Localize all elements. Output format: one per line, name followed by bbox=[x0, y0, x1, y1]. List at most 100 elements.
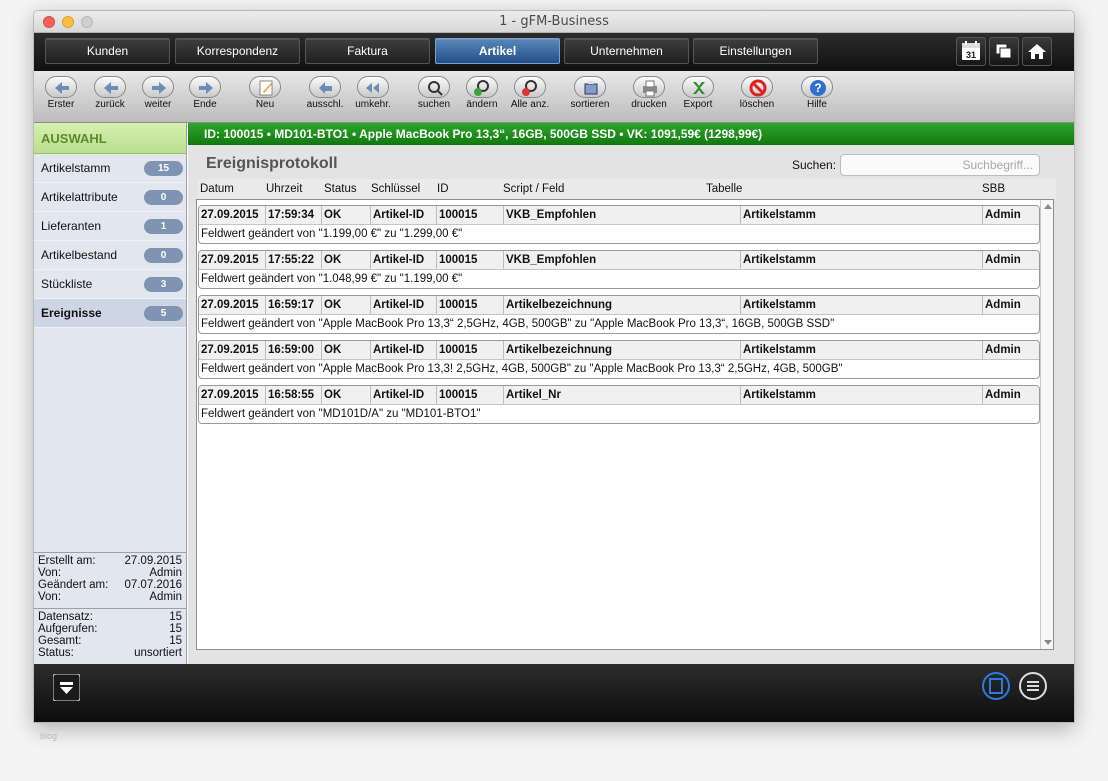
event-user: Admin bbox=[982, 341, 1039, 359]
col-uhrzeit[interactable]: Uhrzeit bbox=[266, 179, 302, 199]
event-list[interactable]: 27.09.2015 17:59:34 OK Artikel-ID 100015… bbox=[196, 199, 1054, 650]
event-date: 27.09.2015 bbox=[201, 344, 259, 356]
event-message: Feldwert geändert von "1.048,99 €" zu "1… bbox=[201, 273, 463, 285]
help-button[interactable]: ? Hilfe bbox=[787, 74, 847, 110]
sidebar-item-label: Artikelstamm bbox=[41, 161, 111, 175]
main-nav: Kunden Korrespondenz Faktura Artikel Unt… bbox=[34, 33, 1074, 71]
event-key: Artikel-ID bbox=[370, 341, 436, 359]
scroll-up-arrow[interactable] bbox=[1044, 204, 1052, 209]
tab-einstellungen[interactable]: Einstellungen bbox=[693, 38, 818, 64]
col-script-feld[interactable]: Script / Feld bbox=[503, 179, 564, 199]
search-label: Suchen: bbox=[792, 158, 837, 172]
list-view-button[interactable] bbox=[1018, 671, 1048, 701]
count-badge: 5 bbox=[144, 306, 183, 321]
scroll-down-arrow[interactable] bbox=[1044, 640, 1052, 645]
tab-faktura[interactable]: Faktura bbox=[305, 38, 430, 64]
sidebar-item-stueckliste[interactable]: Stückliste 3 bbox=[34, 270, 186, 299]
event-field: VKB_Empfohlen bbox=[503, 206, 740, 224]
export-button[interactable]: Export bbox=[668, 74, 728, 110]
print-icon bbox=[643, 80, 657, 97]
export-icon bbox=[693, 82, 705, 94]
event-table: Artikelstamm bbox=[740, 206, 982, 224]
event-id: 100015 bbox=[436, 386, 503, 404]
count-badge: 0 bbox=[144, 190, 183, 205]
tab-korrespondenz[interactable]: Korrespondenz bbox=[175, 38, 300, 64]
event-message: Feldwert geändert von "Apple MacBook Pro… bbox=[201, 363, 843, 375]
sidebar-item-artikelattribute[interactable]: Artikelattribute 0 bbox=[34, 183, 186, 212]
toolbar: Erster zurück weiter Ende Neu ausschl. u… bbox=[34, 71, 1074, 123]
found-set-info: Datensatz: 15 Aufgerufen: 15 Gesamt: 15 Sta… bbox=[34, 608, 186, 661]
col-datum[interactable]: Datum bbox=[200, 179, 234, 199]
count-badge: 1 bbox=[144, 219, 183, 234]
sidebar-item-artikelstamm[interactable]: Artikelstamm 15 bbox=[34, 154, 186, 183]
tab-kunden[interactable]: Kunden bbox=[45, 38, 170, 64]
sidebar-item-lieferanten[interactable]: Lieferanten 1 bbox=[34, 212, 186, 241]
calendar-button[interactable]: 31 bbox=[956, 37, 986, 66]
col-status[interactable]: Status bbox=[324, 179, 357, 199]
count-badge: 15 bbox=[144, 161, 183, 176]
created-value: 27.09.2015 bbox=[124, 555, 182, 567]
home-button[interactable] bbox=[1022, 37, 1052, 66]
col-sbb[interactable]: SBB bbox=[982, 179, 1005, 199]
sidebar-header: AUSWAHL bbox=[34, 123, 186, 154]
tab-unternehmen[interactable]: Unternehmen bbox=[564, 38, 689, 64]
delete-button[interactable]: löschen bbox=[727, 74, 787, 110]
search-icon bbox=[428, 81, 443, 96]
col-tabelle[interactable]: Tabelle bbox=[706, 179, 742, 199]
delete-icon bbox=[749, 79, 767, 97]
created-by-value: Admin bbox=[149, 567, 182, 579]
minimize-window-button[interactable] bbox=[62, 16, 74, 28]
sidebar: AUSWAHL Artikelstamm 15 Artikelattribute 0… bbox=[34, 123, 187, 664]
event-time: 17:59:34 bbox=[265, 206, 321, 224]
event-time: 16:59:00 bbox=[265, 341, 321, 359]
event-table: Artikelstamm bbox=[740, 251, 982, 269]
sidebar-item-label: Artikelbestand bbox=[41, 248, 118, 262]
col-schluessel[interactable]: Schlüssel bbox=[371, 179, 420, 199]
col-id[interactable]: ID bbox=[437, 179, 449, 199]
sidebar-item-ereignisse[interactable]: Ereignisse 5 bbox=[34, 299, 186, 328]
forward-label: weiter bbox=[144, 99, 172, 110]
event-key: Artikel-ID bbox=[370, 296, 436, 314]
invert-label: umkehr. bbox=[355, 99, 391, 110]
omit-icon bbox=[319, 82, 332, 94]
event-record[interactable]: 27.09.2015 16:58:55 OK Artikel-ID 100015… bbox=[198, 385, 1040, 424]
created-label: Erstellt am: bbox=[38, 555, 96, 567]
modified-by-value: Admin bbox=[149, 591, 182, 603]
event-record[interactable]: 27.09.2015 17:55:22 OK Artikel-ID 100015… bbox=[198, 250, 1040, 289]
found-label: Aufgerufen: bbox=[38, 623, 98, 635]
zoom-window-button[interactable] bbox=[81, 16, 93, 28]
event-field: VKB_Empfohlen bbox=[503, 251, 740, 269]
sidebar-item-artikelbestand[interactable]: Artikelbestand 0 bbox=[34, 241, 186, 270]
list-view-icon bbox=[1019, 672, 1047, 700]
event-time: 16:58:55 bbox=[265, 386, 321, 404]
show-all-button[interactable]: Alle anz. bbox=[500, 74, 560, 110]
event-record[interactable]: 27.09.2015 16:59:17 OK Artikel-ID 100015… bbox=[198, 295, 1040, 334]
status-value: unsortiert bbox=[134, 647, 182, 659]
event-user: Admin bbox=[982, 386, 1039, 404]
event-record[interactable]: 27.09.2015 17:59:34 OK Artikel-ID 100015… bbox=[198, 205, 1040, 244]
sort-button[interactable]: sortieren bbox=[560, 74, 620, 110]
print-label: drucken bbox=[631, 99, 667, 110]
menu-drop-button[interactable] bbox=[52, 673, 81, 702]
event-table: Artikelstamm bbox=[740, 386, 982, 404]
event-record[interactable]: 27.09.2015 16:59:00 OK Artikel-ID 100015… bbox=[198, 340, 1040, 379]
close-window-button[interactable] bbox=[43, 16, 55, 28]
panel-title: Ereignisprotokoll bbox=[206, 155, 338, 172]
last-record-button[interactable]: Ende bbox=[175, 74, 235, 110]
event-field: Artikelbezeichnung bbox=[503, 296, 740, 314]
calendar-icon: 31 bbox=[962, 41, 980, 60]
first-record-label: Erster bbox=[47, 99, 75, 110]
total-value: 15 bbox=[169, 635, 182, 647]
windows-button[interactable] bbox=[989, 37, 1019, 66]
show-all-label: Alle anz. bbox=[510, 99, 550, 110]
last-record-label: Ende bbox=[193, 99, 217, 110]
tab-artikel[interactable]: Artikel bbox=[435, 38, 560, 64]
modified-by-label: Von: bbox=[38, 591, 62, 603]
single-view-button[interactable] bbox=[981, 671, 1011, 701]
invert-button[interactable]: umkehr. bbox=[343, 74, 403, 110]
vertical-scrollbar[interactable] bbox=[1040, 200, 1053, 649]
back-arrow-icon bbox=[104, 82, 118, 94]
event-key: Artikel-ID bbox=[370, 251, 436, 269]
new-button[interactable]: Neu bbox=[235, 74, 295, 110]
search-input[interactable] bbox=[840, 154, 1040, 176]
